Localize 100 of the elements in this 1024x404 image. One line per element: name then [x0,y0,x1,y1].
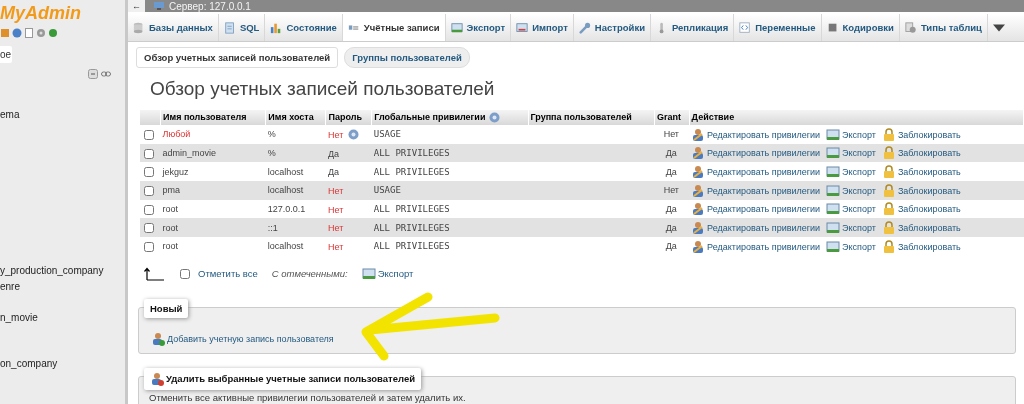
lock-icon[interactable] [881,165,896,179]
user-edit-icon[interactable] [691,146,706,161]
tree-item[interactable]: ema [0,109,125,121]
row-checkbox[interactable] [144,130,154,141]
table-cell: Да [327,167,340,177]
tab[interactable]: Экспорт [445,14,512,41]
lock-link[interactable]: Заблокировать [897,218,961,237]
tab[interactable]: SQL [218,14,266,41]
help-icon[interactable] [489,112,501,124]
edit-privileges-link[interactable]: Редактировать привилегии [707,181,821,200]
export-link[interactable]: Экспорт [842,163,876,181]
user-edit-icon[interactable] [691,239,706,254]
back-button[interactable]: ← [128,0,145,12]
recent-tables-field[interactable]: oe [0,46,12,63]
sub-tab[interactable]: Обзор учетных записей пользователей [136,47,339,68]
table-cell: Нет [654,181,690,200]
wrench-icon [578,21,591,34]
row-checkbox[interactable] [144,185,154,196]
table-cell: localhost [265,236,326,256]
export-icon[interactable] [826,202,841,217]
link-icon[interactable] [101,69,111,79]
help-icon[interactable] [12,28,22,38]
lock-link[interactable]: Заблокировать [897,144,961,163]
table-cell: ALL PRIVILEGES [371,218,529,237]
lock-icon[interactable] [881,127,896,142]
lock-link[interactable]: Заблокировать [897,181,961,200]
export-icon[interactable] [361,266,376,281]
edit-privileges-link[interactable]: Редактировать привилегии [707,200,821,219]
edit-privileges-link[interactable]: Редактировать привилегии [707,163,821,181]
table-cell: Да [654,236,690,256]
edit-privileges-link[interactable]: Редактировать привилегии [707,237,821,256]
lock-icon[interactable] [881,220,896,235]
user-edit-icon[interactable] [691,220,706,235]
export-icon[interactable] [826,165,841,179]
row-checkbox[interactable] [144,204,154,215]
export-link[interactable]: Экспорт [842,181,876,200]
export-icon[interactable] [826,127,841,142]
code-icon [739,21,752,34]
edit-privileges-link[interactable]: Редактировать привилегии [707,218,821,237]
add-user-link[interactable]: Добавить учетную запись пользователя [167,333,334,344]
lock-icon[interactable] [881,146,896,161]
collapse-icon[interactable] [88,69,98,79]
tab[interactable]: Базы данных [128,14,219,41]
tree-item[interactable]: enre [0,281,125,293]
tab[interactable]: Типы таблиц [899,14,988,41]
table-cell: localhost [265,162,326,181]
tab[interactable]: Учётные записи [342,14,446,41]
document-icon[interactable] [24,28,34,38]
lock-link[interactable]: Заблокировать [897,237,961,256]
tree-item[interactable]: n_movie [0,312,125,324]
export-link[interactable]: Экспорт [842,218,876,237]
tab[interactable]: Импорт [511,14,574,41]
edit-privileges-link[interactable]: Редактировать привилегии [707,125,821,144]
export-icon[interactable] [826,183,841,198]
table-cell: Да [654,199,690,219]
tab[interactable]: Настройки [573,14,651,41]
lock-icon[interactable] [881,183,896,198]
lock-link[interactable]: Заблокировать [897,200,961,219]
edit-privileges-link[interactable]: Редактировать привилегии [707,144,821,163]
check-all-checkbox[interactable] [180,268,190,279]
export-link[interactable]: Экспорт [842,125,876,144]
add-user-icon[interactable] [151,331,165,346]
lock-link[interactable]: Заблокировать [897,125,961,144]
row-checkbox[interactable] [144,241,154,252]
check-all-link[interactable]: Отметить все [198,268,258,279]
tab[interactable]: Состояние [265,14,343,41]
export-link[interactable]: Экспорт [842,237,876,256]
export-link[interactable]: Экспорт [377,268,414,279]
row-checkbox[interactable] [144,167,154,178]
row-checkbox[interactable] [144,148,154,159]
lock-icon[interactable] [881,239,896,254]
user-edit-icon[interactable] [691,165,706,179]
user-edit-icon[interactable] [691,202,706,217]
tree-item[interactable]: y_production_company [0,265,125,277]
help-icon[interactable] [348,129,360,141]
table-cell: root [160,199,266,219]
column-header: Глобальные привилегии [374,112,486,123]
export-link[interactable]: Экспорт [842,144,876,163]
export-link[interactable]: Экспорт [842,200,876,219]
lock-link[interactable]: Заблокировать [897,163,961,181]
user-edit-icon[interactable] [691,127,706,142]
tree-item[interactable]: on_company [0,358,125,370]
export-icon[interactable] [826,146,841,161]
caret-icon [992,21,1005,34]
table-cell: Да [654,218,690,237]
with-selected-label: С отмеченными: [271,268,348,279]
table-cell: admin_movie [160,143,266,163]
lock-icon[interactable] [881,202,896,217]
tab[interactable]: Репликация [651,14,735,41]
tab[interactable]: Кодировки [821,14,900,41]
user-edit-icon[interactable] [691,183,706,198]
table-cell: jekguz [160,162,266,181]
database-icon [133,21,145,34]
tab[interactable]: Переменные [734,14,822,41]
page-heading: Обзор учетных записей пользователей [150,78,496,100]
sub-tab[interactable]: Группы пользователей [344,47,470,68]
export-icon[interactable] [826,239,841,254]
column-header: Имя пользователя [160,110,266,126]
row-checkbox[interactable] [144,223,154,234]
export-icon[interactable] [826,220,841,235]
